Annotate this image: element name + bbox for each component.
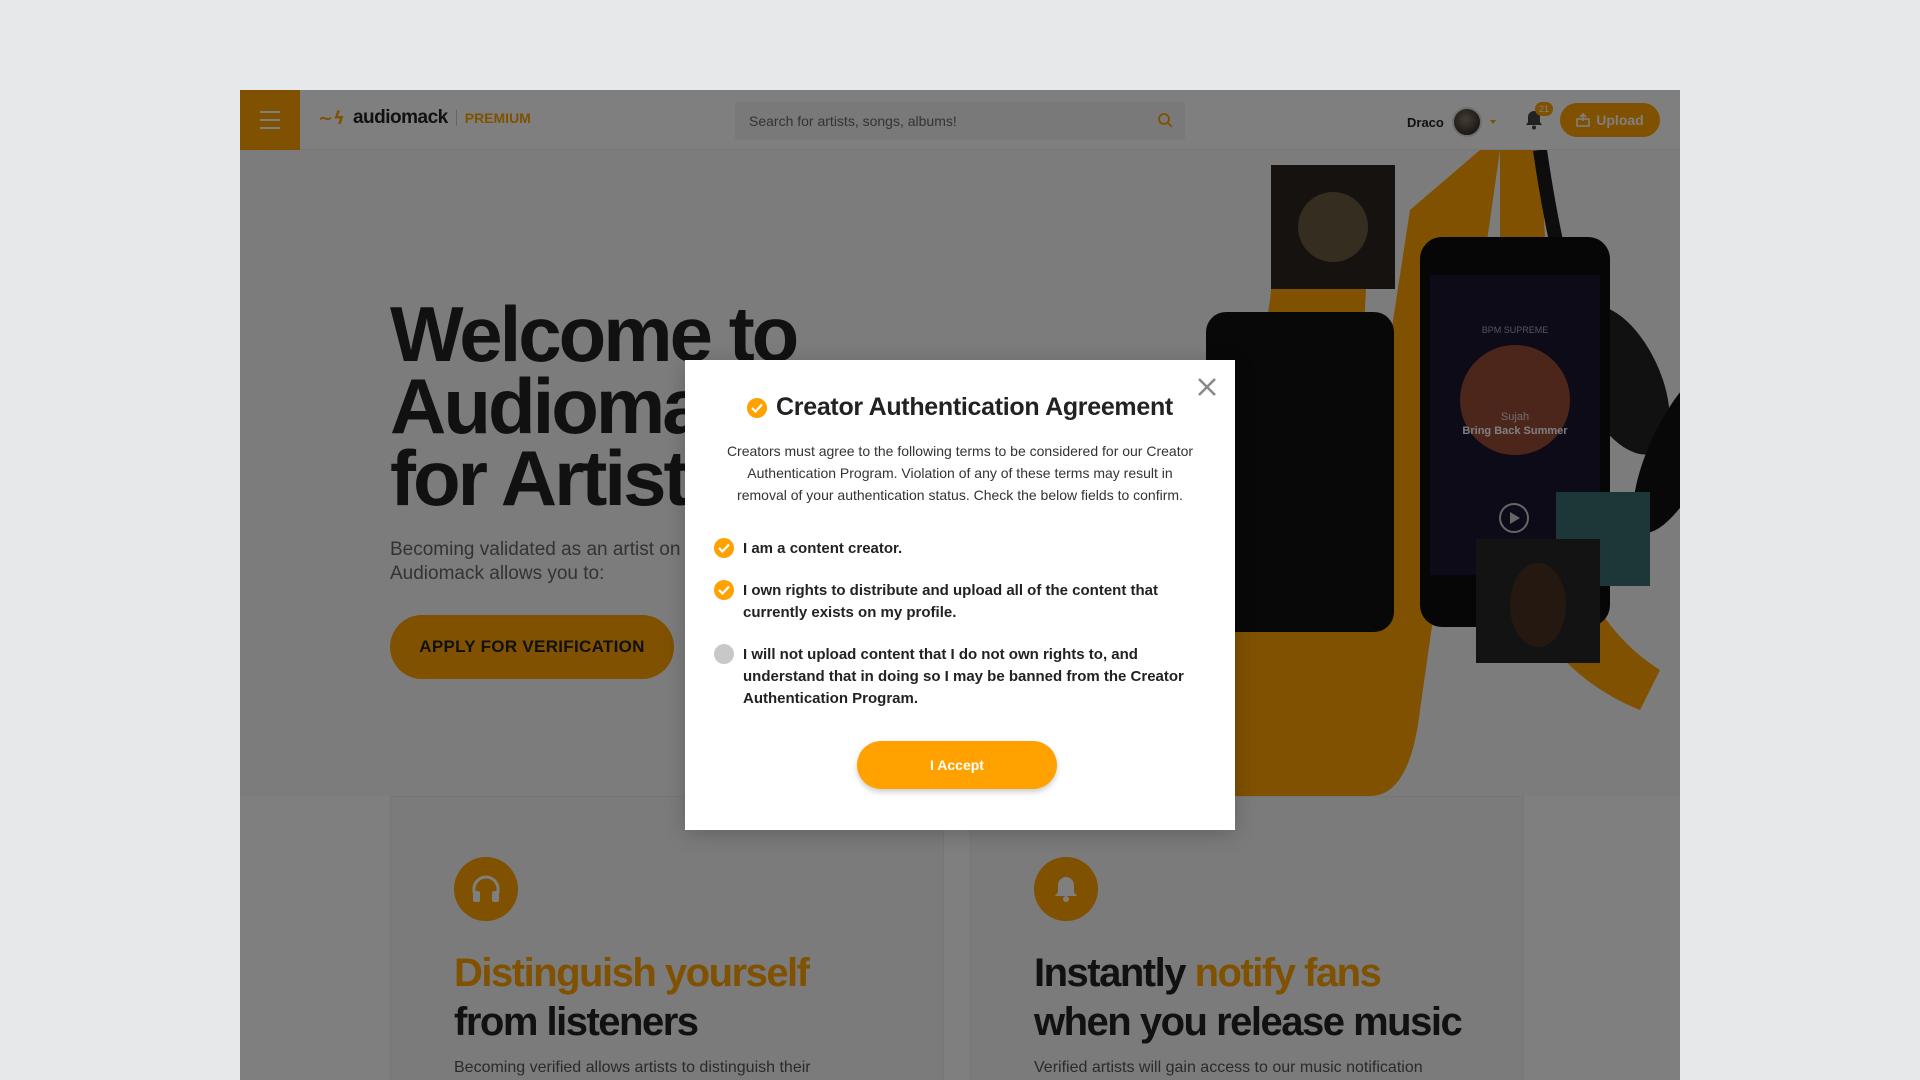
creator-agreement-modal: Creator Authentication Agreement Creator… (685, 360, 1235, 830)
accept-button[interactable]: I Accept (857, 741, 1057, 789)
checked-icon (714, 538, 734, 558)
modal-description: Creators must agree to the following ter… (726, 443, 1194, 503)
modal-title: Creator Authentication Agreement (776, 393, 1173, 421)
term-checkbox-3[interactable]: I will not upload content that I do not … (714, 644, 1194, 710)
term-label: I will not upload content that I do not … (743, 646, 1184, 707)
terms-list: I am a content creator. I own rights to … (714, 538, 1194, 730)
term-checkbox-1[interactable]: I am a content creator. (714, 538, 1194, 560)
checked-icon (714, 580, 734, 600)
unchecked-icon (714, 644, 734, 664)
modal-header: Creator Authentication Agreement (685, 393, 1235, 422)
verified-check-icon (747, 397, 768, 418)
term-checkbox-2[interactable]: I own rights to distribute and upload al… (714, 580, 1194, 624)
term-label: I am a content creator. (743, 540, 903, 557)
term-label: I own rights to distribute and upload al… (743, 582, 1158, 621)
